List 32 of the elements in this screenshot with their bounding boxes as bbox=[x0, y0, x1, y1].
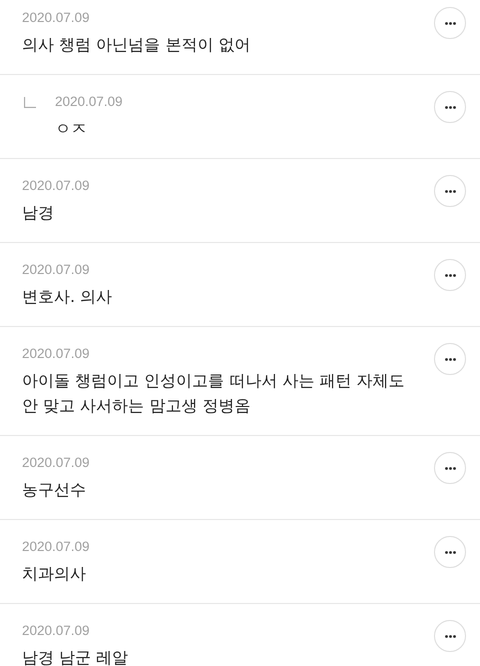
comment-date: 2020.07.09 bbox=[22, 454, 91, 472]
comment-text: 치과의사 bbox=[22, 563, 87, 585]
comment-date: 2020.07.09 bbox=[22, 261, 91, 279]
more-icon bbox=[444, 634, 456, 638]
more-button[interactable] bbox=[434, 7, 466, 39]
more-button[interactable] bbox=[434, 452, 466, 484]
more-button[interactable] bbox=[434, 259, 466, 291]
more-button[interactable] bbox=[434, 175, 466, 207]
comment-text: 아이돌 챙럼이고 인성이고를 떠나서 사는 패턴 자체도 안 맞고 사서하는 맘고생 정병옴 bbox=[22, 370, 406, 417]
more-icon bbox=[444, 358, 456, 360]
more-icon bbox=[444, 274, 456, 276]
comment-text: 남경 bbox=[22, 202, 55, 224]
more-button[interactable] bbox=[434, 620, 466, 652]
comment-text: ㅇㅈ bbox=[55, 118, 88, 140]
more-icon bbox=[444, 22, 456, 24]
comment-date: 2020.07.09 bbox=[22, 622, 91, 640]
more-button[interactable] bbox=[434, 536, 466, 568]
more-button[interactable] bbox=[434, 91, 466, 123]
more-icon bbox=[444, 190, 456, 192]
more-button[interactable] bbox=[434, 343, 466, 375]
comment-date: 2020.07.09 bbox=[22, 177, 91, 195]
comment-date: 2020.07.09 bbox=[22, 538, 91, 556]
more-icon bbox=[444, 106, 456, 108]
comment-date: 2020.07.09 bbox=[22, 345, 91, 363]
comment-text: 농구선수 bbox=[22, 479, 87, 501]
comment-date: 2020.07.09 bbox=[55, 93, 124, 111]
more-icon bbox=[444, 550, 456, 554]
comment-text: 변호사. 의사 bbox=[22, 286, 114, 308]
comment-text: 의사 챙럼 아닌넘을 본적이 없어 bbox=[22, 34, 252, 56]
more-icon bbox=[444, 466, 456, 470]
comment-date: 2020.07.09 bbox=[22, 9, 91, 27]
comment-text: 남경 남군 레알 bbox=[22, 647, 130, 666]
